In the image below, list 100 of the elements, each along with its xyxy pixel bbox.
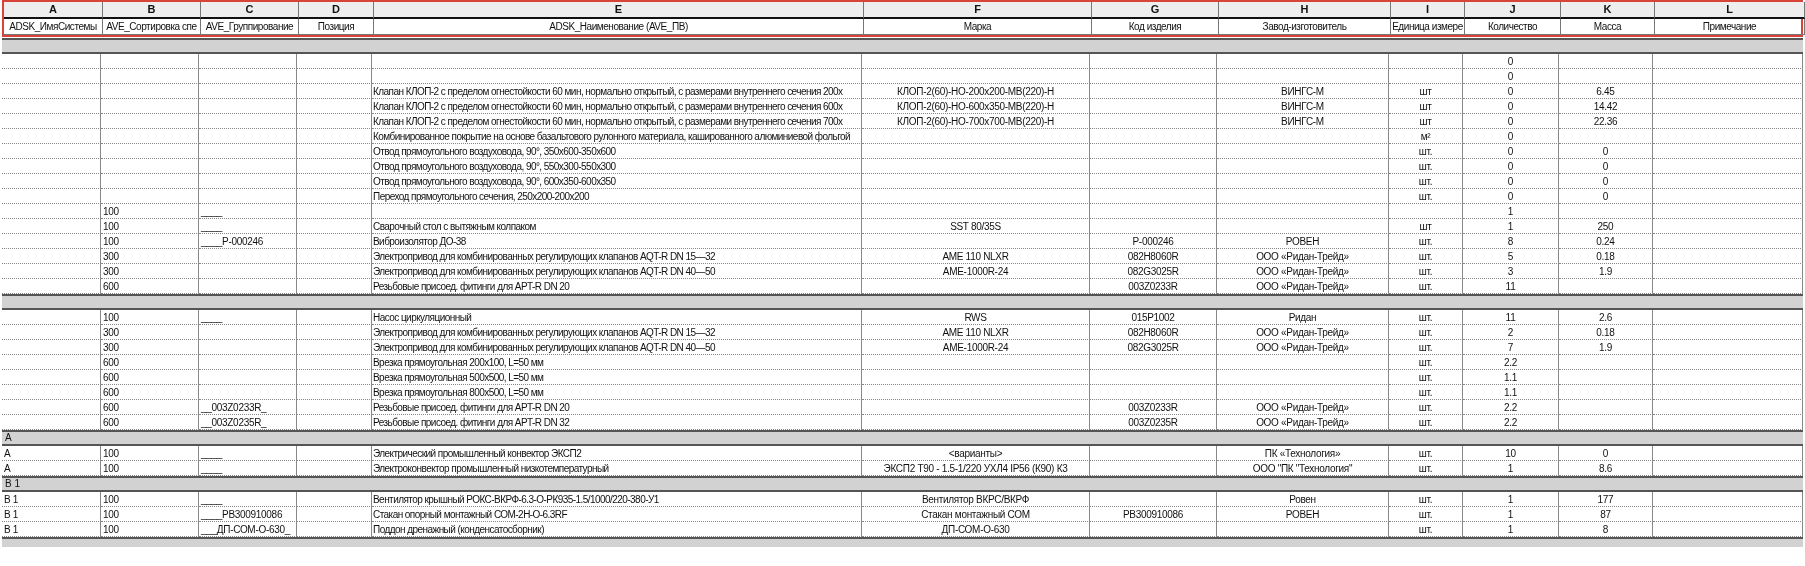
table-cell: Вентилятор ВКРС/ВКРФ — [862, 492, 1090, 507]
table-cell: ООО «Ридан-Трейд» — [1217, 264, 1389, 279]
table-cell: Клапан КЛОП-2 с пределом огнестойкости 60 мин, нормально открытый, с размерами внутреннего сечения 200х — [372, 84, 862, 99]
table-cell: Врезка прямоугольная 800х500, L=50 мм — [372, 385, 862, 400]
column-letter[interactable]: H — [1219, 2, 1391, 19]
table-cell: Стакан монтажный СОМ — [862, 507, 1090, 522]
table-cell: 0 — [1463, 84, 1559, 99]
table-cell: ____ — [199, 204, 297, 219]
table-cell: 1 — [1463, 219, 1559, 234]
table-cell: 0.18 — [1559, 325, 1653, 340]
table-cell: А — [2, 446, 101, 461]
table-cell: шт — [1389, 219, 1463, 234]
table-cell: ____ — [199, 446, 297, 461]
table-cell: Вентилятор крышный РОКС-ВКРФ-6.3-О-РК935-1.5/1000/220-380-У1 — [372, 492, 862, 507]
table-cell: шт. — [1389, 144, 1463, 159]
table-cell: 6.45 — [1559, 84, 1653, 99]
table-cell: 2 — [1463, 325, 1559, 340]
column-letter[interactable]: K — [1561, 2, 1655, 19]
column-header[interactable]: AVE_Группирование — [201, 19, 299, 35]
table-cell: РОВЕН — [1217, 507, 1389, 522]
table-cell: 600 — [101, 355, 199, 370]
column-letter[interactable]: C — [201, 2, 299, 19]
column-header[interactable]: Количество — [1465, 19, 1561, 35]
table-cell: шт. — [1389, 249, 1463, 264]
table-cell: Электропривод для комбинированных регулирующих клапанов AQT-R DN 15—32 — [372, 325, 862, 340]
table-cell: шт. — [1389, 340, 1463, 355]
column-header[interactable]: Завод-изготовитель — [1219, 19, 1391, 35]
table-cell: 100 — [101, 507, 199, 522]
table-cell: 177 — [1559, 492, 1653, 507]
table-cell: 5 — [1463, 249, 1559, 264]
table-cell: шт. — [1389, 385, 1463, 400]
column-letter[interactable]: J — [1465, 2, 1561, 19]
column-header[interactable]: Примечание — [1655, 19, 1805, 35]
table-cell: 0 — [1559, 159, 1653, 174]
table-cell: ____ — [199, 310, 297, 325]
table-cell: ПК «Технология» — [1217, 446, 1389, 461]
table-cell: шт. — [1389, 189, 1463, 204]
table-cell: AME-1000R-24 — [862, 340, 1090, 355]
column-letter[interactable]: D — [299, 2, 374, 19]
table-cell: КЛОП-2(60)-НО-200х200-МВ(220)-Н — [862, 84, 1090, 99]
table-cell: Стакан опорный монтажный СОМ-2Н-О-6.3RF — [372, 507, 862, 522]
table-cell: шт. — [1389, 355, 1463, 370]
column-letter[interactable]: I — [1391, 2, 1465, 19]
column-letter[interactable]: L — [1655, 2, 1805, 19]
column-letter[interactable]: F — [864, 2, 1092, 19]
table-cell: шт. — [1389, 446, 1463, 461]
table-cell: 100 — [101, 204, 199, 219]
table-cell: В 1 — [2, 507, 101, 522]
table-cell: 0 — [1463, 54, 1559, 69]
column-header[interactable]: AVE_Сортировка спе — [103, 19, 201, 35]
table-cell: КЛОП-2(60)-НО-600х350-МВ(220)-Н — [862, 99, 1090, 114]
table-cell: 1 — [1463, 492, 1559, 507]
table-cell: 0 — [1463, 174, 1559, 189]
table-cell: 14.42 — [1559, 99, 1653, 114]
table-cell: SST 80/35S — [862, 219, 1090, 234]
table-cell: 87 — [1559, 507, 1653, 522]
table-cell: м² — [1389, 129, 1463, 144]
table-cell: 100 — [101, 446, 199, 461]
column-header[interactable]: Код изделия — [1092, 19, 1219, 35]
table-cell: 11 — [1463, 310, 1559, 325]
table-cell: 0 — [1463, 159, 1559, 174]
table-cell: 0.24 — [1559, 234, 1653, 249]
table-cell: шт — [1389, 84, 1463, 99]
table-cell: Отвод прямоугольного воздуховода, 90°, 350х600-350х600 — [372, 144, 862, 159]
column-letter[interactable]: G — [1092, 2, 1219, 19]
column-letter[interactable]: B — [103, 2, 201, 19]
table-cell: 2.2 — [1463, 355, 1559, 370]
table-cell: шт. — [1389, 264, 1463, 279]
group-label: В 1 — [5, 478, 20, 490]
table-cell: 300 — [101, 264, 199, 279]
table-cell: ____РВ300910086 — [199, 507, 297, 522]
column-header[interactable]: ADSK_Наименование (AVE_ПВ) — [374, 19, 864, 35]
table-cell: 082G3025R — [1090, 264, 1217, 279]
table-cell: шт — [1389, 99, 1463, 114]
table-cell: 250 — [1559, 219, 1653, 234]
table-cell: 600 — [101, 370, 199, 385]
table-cell: РОВЕН — [1217, 234, 1389, 249]
table-cell: Врезка прямоугольная 200х100, L=50 мм — [372, 355, 862, 370]
column-header[interactable]: Марка — [864, 19, 1092, 35]
table-cell: Ридан — [1217, 310, 1389, 325]
table-cell: 0 — [1559, 174, 1653, 189]
table-cell: Электропривод для комбинированных регулирующих клапанов AQT-R DN 40—50 — [372, 264, 862, 279]
column-letter[interactable]: E — [374, 2, 864, 19]
table-cell: Переход прямоугольного сечения, 250х200-200х200 — [372, 189, 862, 204]
table-cell: шт. — [1389, 159, 1463, 174]
table-cell: 1.1 — [1463, 370, 1559, 385]
table-cell: 1.9 — [1559, 264, 1653, 279]
column-header[interactable]: Позиция — [299, 19, 374, 35]
table-cell: 0 — [1463, 189, 1559, 204]
table-cell: шт. — [1389, 310, 1463, 325]
table-cell: В 1 — [2, 492, 101, 507]
table-cell: 082G3025R — [1090, 340, 1217, 355]
column-header[interactable]: ADSK_ИмяСистемы — [4, 19, 103, 35]
column-header[interactable]: Масса — [1561, 19, 1655, 35]
column-letter[interactable]: A — [4, 2, 103, 19]
table-cell: ВИНГС-М — [1217, 114, 1389, 129]
table-cell: ВИНГС-М — [1217, 99, 1389, 114]
table-cell: 600 — [101, 385, 199, 400]
column-header[interactable]: Единица измере — [1391, 19, 1465, 35]
table-cell: 22.36 — [1559, 114, 1653, 129]
